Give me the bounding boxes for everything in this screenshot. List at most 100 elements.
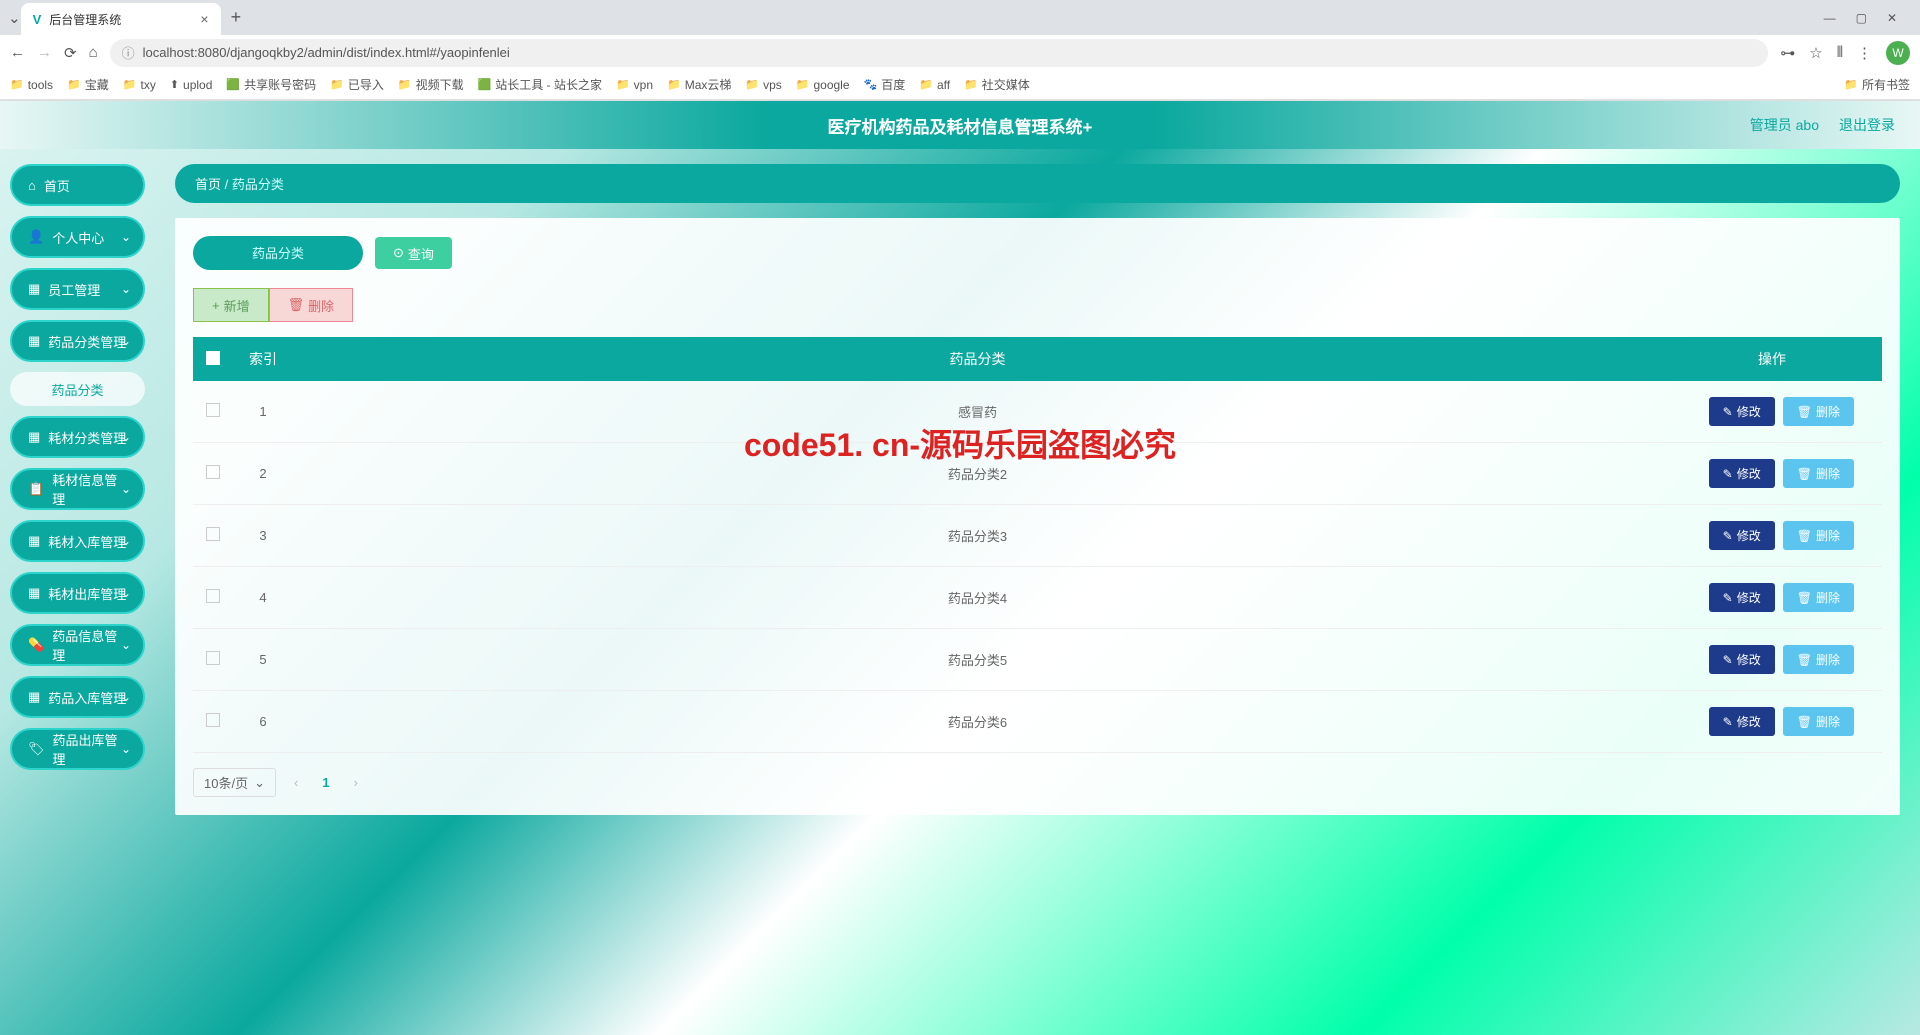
next-page[interactable]: › (348, 775, 364, 790)
bookmark-item[interactable]: 🐾百度 (864, 76, 906, 93)
url-input[interactable]: ⓘ localhost:8080/djangoqkby2/admin/dist/… (110, 39, 1769, 67)
nav-icon: 👤 (28, 229, 44, 245)
pagination: 10条/页⌄ ‹ 1 › (193, 768, 1882, 797)
delete-button[interactable]: 🗑删除 (1783, 521, 1854, 550)
bookmarks-bar: 📁tools 📁宝藏 📁txy ⬆uplod 🟩共享账号密码 📁已导入 📁视频下载 🟩站长工具… (0, 70, 1920, 100)
delete-multi-button[interactable]: 🗑删除 (269, 288, 354, 322)
extension-icon[interactable]: ⫴ (1837, 44, 1843, 61)
col-actions: 操作 (1662, 337, 1882, 381)
delete-button[interactable]: 🗑删除 (1783, 707, 1854, 736)
bookmark-icon: 📁 (123, 78, 137, 91)
bookmark-item[interactable]: 📁tools (10, 78, 53, 92)
browser-chrome: ⌄ V 后台管理系统 × + ― ▢ ✕ ← → ⟳ ⌂ ⓘ localhost… (0, 0, 1920, 101)
back-icon[interactable]: ← (10, 44, 25, 61)
bookmark-item[interactable]: 📁视频下载 (398, 76, 464, 93)
reload-icon[interactable]: ⟳ (64, 44, 77, 62)
forward-icon[interactable]: → (37, 44, 52, 61)
trash-icon: 🗑 (1797, 591, 1812, 605)
row-checkbox[interactable] (206, 527, 220, 541)
bookmark-icon: 📁 (398, 78, 412, 91)
bookmark-icon: 🟩 (226, 78, 240, 91)
row-checkbox[interactable] (206, 589, 220, 603)
chevron-down-icon: ⌄ (254, 775, 265, 791)
nav-icon: 🏷 (28, 741, 45, 757)
cell-category: 感冒药 (293, 381, 1662, 443)
edit-button[interactable]: ✎修改 (1709, 645, 1775, 674)
bookmark-item[interactable]: 📁google (796, 78, 850, 92)
edit-button[interactable]: ✎修改 (1709, 521, 1775, 550)
row-checkbox[interactable] (206, 651, 220, 665)
edit-icon: ✎ (1723, 467, 1733, 481)
bookmark-item[interactable]: 📁txy (123, 78, 156, 92)
edit-button[interactable]: ✎修改 (1709, 459, 1775, 488)
menu-icon[interactable]: ⋮ (1857, 44, 1872, 62)
sidebar-item[interactable]: ▦员工管理 (10, 268, 145, 310)
tab-menu-chevron-icon[interactable]: ⌄ (8, 9, 21, 27)
sidebar-item[interactable]: ⌂首页 (10, 164, 145, 206)
key-icon[interactable]: ⊶ (1780, 44, 1795, 62)
main-content: 首页 / 药品分类 ⊙查询 +新增 🗑删除 索引 (155, 149, 1920, 1035)
sidebar-item[interactable]: 📋耗材信息管理 (10, 468, 145, 510)
delete-button[interactable]: 🗑删除 (1783, 397, 1854, 426)
bookmark-icon: 🟩 (478, 78, 492, 91)
bookmark-item[interactable]: 📁已导入 (330, 76, 384, 93)
edit-button[interactable]: ✎修改 (1709, 583, 1775, 612)
sidebar-item[interactable]: ▦耗材分类管理 (10, 416, 145, 458)
all-bookmarks[interactable]: 📁所有书签 (1844, 76, 1910, 93)
breadcrumb-current: 药品分类 (232, 177, 284, 192)
bookmark-item[interactable]: 🟩共享账号密码 (226, 76, 316, 93)
close-tab-icon[interactable]: × (200, 11, 208, 27)
bookmark-icon: ⬆ (170, 78, 179, 91)
user-label[interactable]: 管理员 abo (1750, 115, 1819, 135)
delete-button[interactable]: 🗑删除 (1783, 645, 1854, 674)
delete-button[interactable]: 🗑删除 (1783, 583, 1854, 612)
edit-button[interactable]: ✎修改 (1709, 397, 1775, 426)
row-checkbox[interactable] (206, 713, 220, 727)
bookmark-item[interactable]: ⬆uplod (170, 78, 213, 92)
bookmark-icon: 📁 (745, 78, 759, 91)
edit-icon: ✎ (1723, 529, 1733, 543)
bookmark-item[interactable]: 📁vps (745, 78, 781, 92)
sidebar-item[interactable]: ▦药品分类管理 (10, 320, 145, 362)
new-tab-button[interactable]: + (221, 7, 252, 28)
bookmark-icon: 🐾 (864, 78, 878, 91)
bookmark-item[interactable]: 🟩站长工具 - 站长之家 (478, 76, 602, 93)
profile-avatar[interactable]: W (1886, 41, 1910, 65)
prev-page[interactable]: ‹ (288, 775, 304, 790)
row-checkbox[interactable] (206, 403, 220, 417)
sidebar-item[interactable]: ▦耗材出库管理 (10, 572, 145, 614)
sidebar-item[interactable]: ▦药品入库管理 (10, 676, 145, 718)
sidebar-item[interactable]: ▦耗材入库管理 (10, 520, 145, 562)
sidebar-item[interactable]: 💊药品信息管理 (10, 624, 145, 666)
bookmark-item[interactable]: 📁vpn (616, 78, 653, 92)
browser-tab[interactable]: V 后台管理系统 × (21, 3, 221, 35)
breadcrumb-home[interactable]: 首页 (195, 177, 221, 192)
edit-button[interactable]: ✎修改 (1709, 707, 1775, 736)
sidebar-sub-item[interactable]: 药品分类 (10, 372, 145, 406)
site-info-icon[interactable]: ⓘ (122, 43, 135, 62)
nav-icon: 💊 (28, 637, 44, 653)
star-icon[interactable]: ☆ (1809, 44, 1822, 62)
minimize-icon[interactable]: ― (1824, 11, 1836, 25)
add-button[interactable]: +新增 (193, 288, 269, 322)
search-input[interactable] (193, 236, 363, 270)
app-header: 医疗机构药品及耗材信息管理系统+ 管理员 abo 退出登录 (0, 101, 1920, 149)
sidebar-item[interactable]: 🏷药品出库管理 (10, 728, 145, 770)
page-size-select[interactable]: 10条/页⌄ (193, 768, 276, 797)
bookmark-item[interactable]: 📁aff (919, 78, 950, 92)
bookmark-item[interactable]: 📁社交媒体 (964, 76, 1030, 93)
app-body: ⌂首页👤个人中心▦员工管理▦药品分类管理药品分类▦耗材分类管理📋耗材信息管理▦耗… (0, 149, 1920, 1035)
sidebar-item[interactable]: 👤个人中心 (10, 216, 145, 258)
home-icon[interactable]: ⌂ (89, 44, 98, 61)
bookmark-item[interactable]: 📁Max云梯 (667, 76, 731, 93)
window-controls: ― ▢ ✕ (1809, 11, 1912, 25)
delete-button[interactable]: 🗑删除 (1783, 459, 1854, 488)
bookmark-item[interactable]: 📁宝藏 (67, 76, 109, 93)
logout-link[interactable]: 退出登录 (1839, 115, 1895, 135)
select-all-checkbox[interactable] (206, 351, 220, 365)
trash-icon: 🗑 (1797, 653, 1812, 667)
close-window-icon[interactable]: ✕ (1887, 11, 1897, 25)
query-button[interactable]: ⊙查询 (375, 237, 452, 269)
row-checkbox[interactable] (206, 465, 220, 479)
maximize-icon[interactable]: ▢ (1856, 11, 1867, 25)
